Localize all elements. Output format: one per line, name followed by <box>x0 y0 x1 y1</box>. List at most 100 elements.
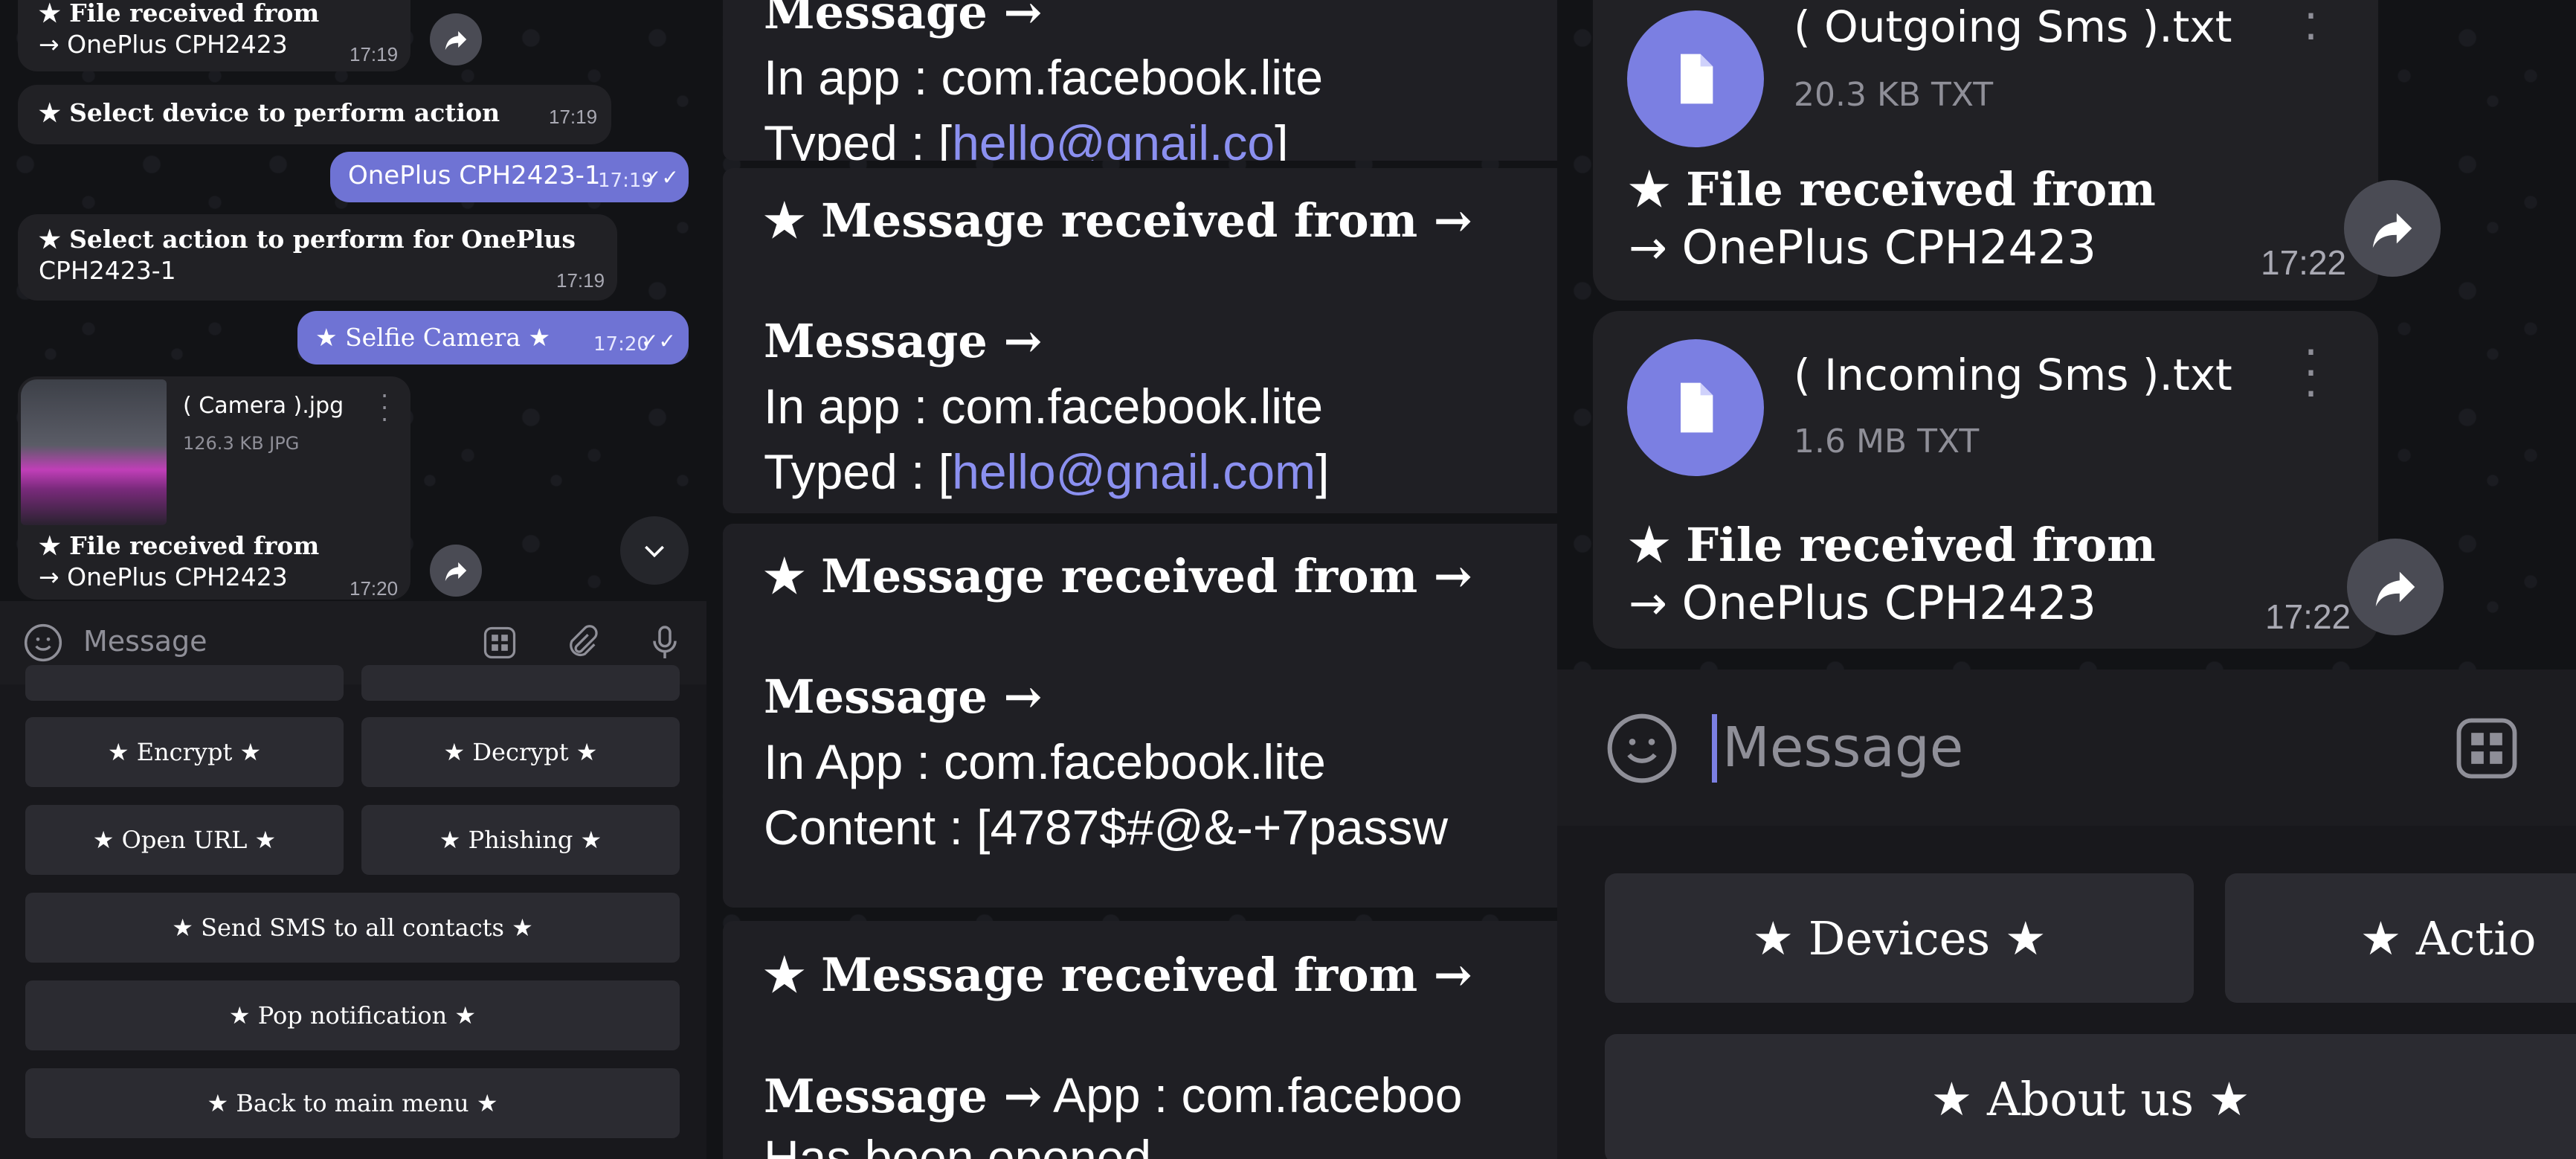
message-time: 17:19 <box>556 269 605 292</box>
file-caption-title: ★ File received from <box>39 531 320 560</box>
message-app: In App : com.facebook.lite <box>764 734 1326 789</box>
message-input[interactable]: Message <box>1722 716 1963 780</box>
message-block: ★ Message received from → Message → In A… <box>723 524 1557 908</box>
open-url-button[interactable]: ★ Open URL ★ <box>25 805 344 875</box>
select-device-message: ★ Select device to perform action 17:19 <box>18 85 611 144</box>
message-subheader-row: Message → App : com.faceboo <box>764 1067 1462 1123</box>
forward-icon <box>445 562 467 582</box>
typed-suffix: ] <box>1316 444 1330 499</box>
select-action-message: ★ Select action to perform for OnePlus C… <box>18 214 617 301</box>
right-chat-panel: ( Outgoing Sms ).txt 20.3 KB TXT ··· ★ F… <box>1557 0 2576 1159</box>
file-name: ( Camera ).jpg <box>183 393 344 419</box>
message-time: 17:22 <box>2265 597 2351 636</box>
file-caption-device: → OnePlus CPH2423 <box>39 562 288 591</box>
forward-button[interactable] <box>430 13 482 65</box>
keyboard-button-hidden-right[interactable] <box>361 665 680 701</box>
file-size: 126.3 KB JPG <box>183 433 300 454</box>
keyboard-button-hidden-left[interactable] <box>25 665 344 701</box>
devices-button[interactable]: ★ Devices ★ <box>1605 873 2194 1003</box>
emoji-icon[interactable] <box>22 622 64 664</box>
file-name: ( Incoming Sms ).txt <box>1794 350 2232 400</box>
photo-file-message: ( Camera ).jpg 126.3 KB JPG · · · ★ File r… <box>18 376 410 600</box>
typed-label: Typed : [ <box>764 444 953 499</box>
typed-link[interactable]: hello@gnail.co <box>952 115 1275 161</box>
file-received-message: ★ File received from → OnePlus CPH2423 1… <box>18 0 410 71</box>
file-size: 1.6 MB TXT <box>1794 423 1980 460</box>
file-caption-device: → OnePlus CPH2423 <box>1629 576 2096 630</box>
message-typed: Typed : [hello@gnail.com] <box>764 443 1329 500</box>
about-us-button[interactable]: ★ About us ★ <box>1605 1034 2576 1159</box>
typed-suffix: ] <box>1275 115 1289 161</box>
forward-button[interactable] <box>2344 180 2441 277</box>
document-icon <box>1681 54 1713 104</box>
message-header: ★ Message received from → <box>764 193 1472 248</box>
message-text: ★ Select device to perform action <box>39 98 500 127</box>
encrypt-button[interactable]: ★ Encrypt ★ <box>25 717 344 787</box>
message-header: ★ Message received from → <box>764 549 1472 603</box>
file-caption-device: → OnePlus CPH2423 <box>1629 220 2096 274</box>
typed-label: Typed : [ <box>764 115 953 161</box>
message-line1: ★ Select action to perform for OnePlus <box>39 225 576 254</box>
forward-icon <box>2375 571 2415 607</box>
double-check-icon: ✓✓ <box>641 329 676 353</box>
bot-keyboard: ★ Encrypt ★ ★ Decrypt ★ ★ Open URL ★ ★ P… <box>0 665 706 1159</box>
message-input[interactable]: Message <box>83 625 207 658</box>
photo-thumbnail[interactable] <box>21 379 167 525</box>
message-time: 17:20 <box>350 577 399 600</box>
file-icon[interactable] <box>1627 10 1764 147</box>
typed-link[interactable]: hello@gnail.com <box>952 444 1316 499</box>
message-text: ★ Selfie Camera ★ <box>315 323 551 352</box>
message-time: 17:22 <box>2261 243 2347 282</box>
message-subheader: Message → <box>764 314 1043 368</box>
keyboard-grid-icon[interactable] <box>480 623 519 662</box>
document-icon <box>1681 382 1713 433</box>
keyboard-grid-icon[interactable] <box>2450 711 2524 786</box>
file-caption-title: ★ File received from <box>1629 162 2156 216</box>
file-message-incoming-sms: ( Incoming Sms ).txt 1.6 MB TXT · · · ★ Fi… <box>1593 311 2378 649</box>
emoji-icon[interactable] <box>1603 710 1681 787</box>
outgoing-message: ★ Selfie Camera ★ 17:20 ✓✓ <box>297 311 689 365</box>
outgoing-message: OnePlus CPH2423-1 17:19 ✓✓ <box>330 152 689 202</box>
left-chat-panel: ★ File received from → OnePlus CPH2423 1… <box>0 0 706 1159</box>
message-subheader: Message → <box>764 670 1043 724</box>
message-input-bar: Message <box>1557 670 2576 826</box>
message-app: In app : com.facebook.lite <box>764 50 1324 105</box>
more-options-icon[interactable]: ··· <box>2304 0 2318 60</box>
actions-button[interactable]: ★ Actio <box>2225 873 2576 1003</box>
bot-keyboard: ★ Devices ★ ★ Actio ★ About us ★ <box>1557 826 2576 1159</box>
message-header: ★ Message received from → <box>764 948 1472 1002</box>
message-subheader: Message → <box>764 0 1043 39</box>
message-status: Has been opened <box>764 1130 1152 1159</box>
forward-button[interactable] <box>2347 539 2444 635</box>
chevron-down-icon <box>645 545 664 558</box>
message-app: In app : com.facebook.lite <box>764 379 1324 434</box>
microphone-icon[interactable] <box>644 622 686 664</box>
file-caption-title: ★ File received from <box>1629 518 2156 572</box>
send-sms-button[interactable]: ★ Send SMS to all contacts ★ <box>25 893 680 963</box>
message-app: App : com.faceboo <box>1042 1068 1463 1123</box>
message-subheader: Message → <box>764 1069 1043 1123</box>
forward-button[interactable] <box>430 545 482 597</box>
file-name: ( Outgoing Sms ).txt <box>1794 1 2232 52</box>
forward-icon <box>445 30 467 51</box>
message-typed: Typed : [hello@gnail.co] <box>764 115 1288 161</box>
message-line2: CPH2423-1 <box>39 256 176 285</box>
more-options-icon[interactable]: ··· <box>2304 330 2318 417</box>
file-size: 20.3 KB TXT <box>1794 76 1994 114</box>
back-to-main-menu-button[interactable]: ★ Back to main menu ★ <box>25 1068 680 1138</box>
decrypt-button[interactable]: ★ Decrypt ★ <box>361 717 680 787</box>
message-block: Message → In app : com.facebook.lite Typ… <box>723 0 1557 161</box>
message-title: ★ File received from <box>39 0 320 28</box>
message-time: 17:19 <box>549 106 598 128</box>
file-message-outgoing-sms: ( Outgoing Sms ).txt 20.3 KB TXT ··· ★ F… <box>1593 0 2378 301</box>
message-time: 17:19 <box>350 43 399 65</box>
more-options-icon[interactable]: ··· <box>381 384 388 431</box>
pop-notification-button[interactable]: ★ Pop notification ★ <box>25 980 680 1050</box>
scroll-down-button[interactable] <box>620 516 689 585</box>
phishing-button[interactable]: ★ Phishing ★ <box>361 805 680 875</box>
attach-icon[interactable] <box>562 623 601 662</box>
message-block: ★ Message received from → Message → App … <box>723 921 1557 1159</box>
message-device: → OnePlus CPH2423 <box>39 30 288 59</box>
double-check-icon: ✓✓ <box>644 165 679 190</box>
file-icon[interactable] <box>1627 339 1764 476</box>
